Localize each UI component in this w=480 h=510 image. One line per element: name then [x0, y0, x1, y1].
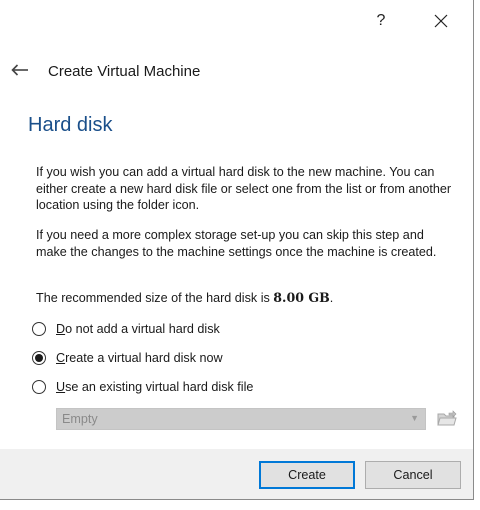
radio-button[interactable] [32, 322, 46, 336]
mnemonic: C [56, 351, 66, 365]
recommended-prefix: The recommended size of the hard disk is [36, 291, 274, 305]
create-button[interactable]: Create [259, 461, 355, 489]
radio-button[interactable] [32, 380, 46, 394]
close-button[interactable] [426, 6, 456, 36]
close-icon [434, 14, 448, 28]
radio-label: Do not add a virtual hard disk [56, 322, 220, 336]
recommended-size-value: 8.00 GB [273, 290, 330, 305]
back-arrow-icon [11, 64, 28, 76]
help-button[interactable]: ? [366, 6, 396, 36]
create-vm-dialog: ? Create Virtual Machine Hard disk If yo… [0, 0, 474, 500]
label-rest: o not add a virtual hard disk [65, 322, 220, 336]
chevron-down-icon: ▼ [410, 413, 419, 423]
radio-no-hard-disk[interactable]: Do not add a virtual hard disk [32, 319, 220, 339]
radio-label: Use an existing virtual hard disk file [56, 380, 253, 394]
cancel-button[interactable]: Cancel [365, 461, 461, 489]
label-rest: reate a virtual hard disk now [65, 351, 223, 365]
recommended-suffix: . [329, 291, 334, 305]
wizard-header: Create Virtual Machine [0, 52, 473, 92]
radio-create-hard-disk[interactable]: Create a virtual hard disk now [32, 348, 223, 368]
existing-disk-select-value: Empty [62, 412, 98, 426]
back-button[interactable] [8, 58, 32, 82]
storage-paragraph: If you need a more complex storage set-u… [36, 228, 437, 259]
mnemonic: D [56, 322, 66, 336]
page-title: Hard disk [28, 114, 113, 136]
recommended-size-text: The recommended size of the hard disk is… [36, 290, 454, 307]
folder-icon [437, 410, 457, 426]
wizard-title: Create Virtual Machine [48, 63, 201, 80]
title-bar: ? [0, 0, 473, 42]
dialog-footer: Create Cancel [0, 449, 473, 499]
choose-disk-file-button[interactable] [436, 408, 458, 430]
radio-label: Create a virtual hard disk now [56, 351, 223, 365]
mnemonic: U [56, 380, 66, 394]
radio-use-existing-disk[interactable]: Use an existing virtual hard disk file [32, 377, 253, 397]
intro-paragraph: If you wish you can add a virtual hard d… [36, 165, 452, 212]
radio-button[interactable] [32, 351, 46, 365]
existing-disk-select[interactable]: Empty ▼ [56, 408, 426, 430]
label-rest: se an existing virtual hard disk file [65, 380, 254, 394]
